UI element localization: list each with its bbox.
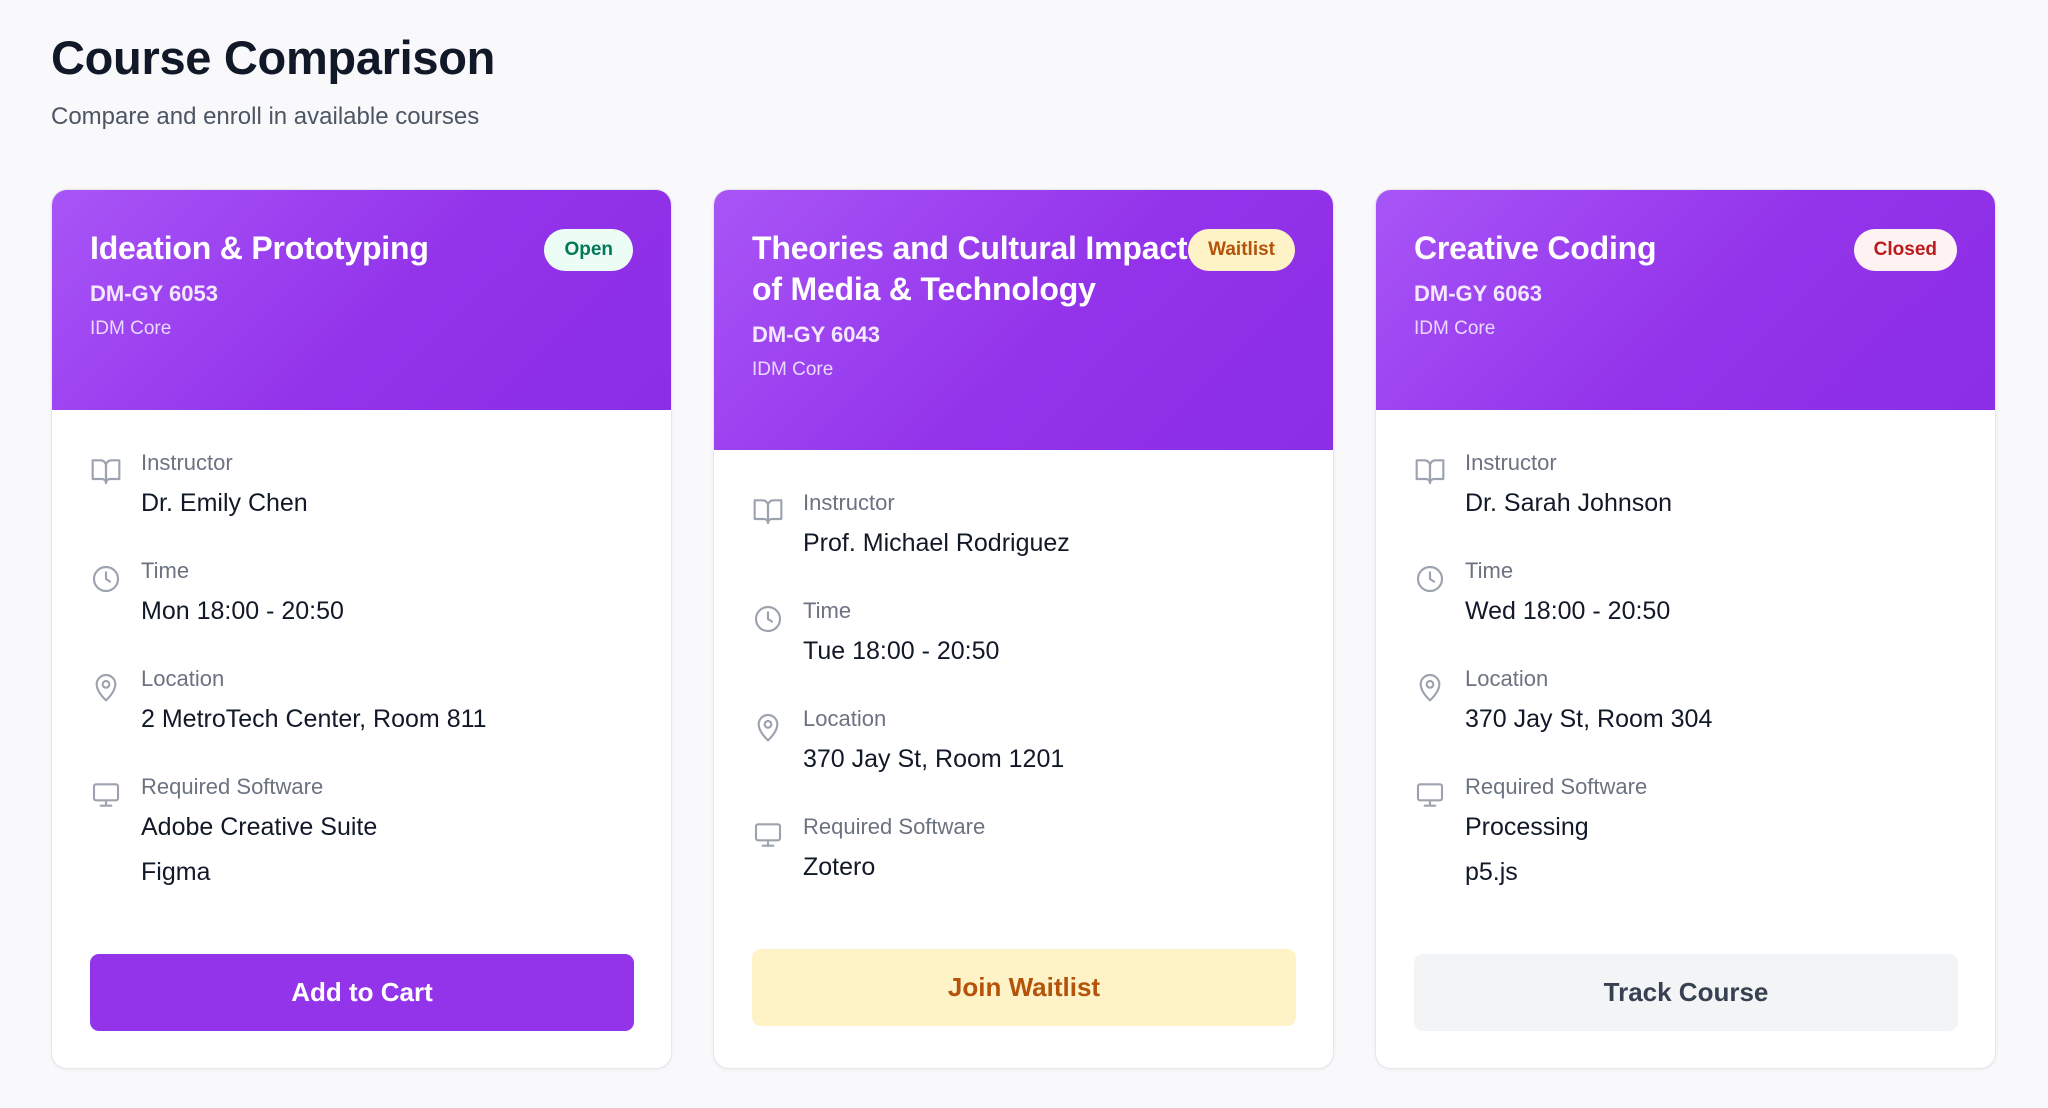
map-pin-icon [1414,671,1446,703]
course-card: Theories and Cultural Impact of Media & … [713,189,1334,1069]
clock-icon [1414,563,1446,595]
course-card: Creative Coding DM-GY 6063 IDM Core Clos… [1375,189,1996,1069]
monitor-icon [752,819,784,851]
course-program: IDM Core [90,318,172,339]
card-header: Creative Coding DM-GY 6063 IDM Core Clos… [1376,190,1995,410]
time-label: Time [141,558,190,583]
course-program: IDM Core [752,359,834,380]
location-value: 370 Jay St, Room 304 [1465,705,1713,733]
software-row: Required Software Processing p5.js [1414,774,1957,887]
monitor-icon [90,779,122,811]
clock-icon [90,563,122,595]
course-code: DM-GY 6043 [752,322,880,347]
instructor-row: Instructor Dr. Sarah Johnson [1414,450,1957,518]
course-cards: Ideation & Prototyping DM-GY 6053 IDM Co… [51,189,1997,1069]
course-title: Creative Coding [1414,230,1657,266]
instructor-label: Instructor [141,450,233,475]
location-label: Location [803,706,887,731]
instructor-row: Instructor Dr. Emily Chen [90,450,633,518]
course-program: IDM Core [1414,318,1496,339]
monitor-icon [1414,779,1446,811]
location-value: 370 Jay St, Room 1201 [803,745,1065,773]
location-row: Location 370 Jay St, Room 304 [1414,666,1957,734]
time-row: Time Wed 18:00 - 20:50 [1414,558,1957,626]
book-open-icon [1414,455,1446,487]
clock-icon [752,603,784,635]
time-row: Time Tue 18:00 - 20:50 [752,598,1295,666]
software-label: Required Software [803,814,986,839]
software-item: p5.js [1465,858,1518,886]
instructor-row: Instructor Prof. Michael Rodriguez [752,490,1295,558]
join-waitlist-button[interactable]: Join Waitlist [752,949,1296,1026]
status-badge: Open [544,229,633,271]
page-title: Course Comparison [51,31,496,84]
time-label: Time [1465,558,1514,583]
time-value: Tue 18:00 - 20:50 [803,637,1000,665]
software-item: Zotero [803,853,876,881]
time-row: Time Mon 18:00 - 20:50 [90,558,633,626]
location-label: Location [1465,666,1549,691]
time-value: Wed 18:00 - 20:50 [1465,597,1671,625]
map-pin-icon [90,671,122,703]
course-title: Theories and Cultural Impact of Media & … [752,230,1188,307]
location-row: Location 370 Jay St, Room 1201 [752,706,1295,774]
location-row: Location 2 MetroTech Center, Room 811 [90,666,633,734]
software-label: Required Software [141,774,324,799]
book-open-icon [752,495,784,527]
card-header: Ideation & Prototyping DM-GY 6053 IDM Co… [52,190,671,410]
software-item: Processing [1465,813,1589,841]
software-item: Adobe Creative Suite [141,813,378,841]
map-pin-icon [752,711,784,743]
instructor-label: Instructor [803,490,895,515]
card-header: Theories and Cultural Impact of Media & … [714,190,1333,450]
instructor-value: Prof. Michael Rodriguez [803,529,1070,557]
course-code: DM-GY 6053 [90,281,218,306]
status-badge: Waitlist [1188,229,1295,271]
course-title: Ideation & Prototyping [90,230,429,266]
instructor-value: Dr. Sarah Johnson [1465,489,1673,517]
book-open-icon [90,455,122,487]
card-body: Instructor Dr. Emily Chen Time Mon 18:00… [52,410,671,887]
card-body: Instructor Prof. Michael Rodriguez Time … [714,450,1333,882]
track-course-button[interactable]: Track Course [1414,954,1958,1031]
software-label: Required Software [1465,774,1648,799]
time-label: Time [803,598,852,623]
course-code: DM-GY 6063 [1414,281,1542,306]
card-body: Instructor Dr. Sarah Johnson Time Wed 18… [1376,410,1995,887]
location-label: Location [141,666,225,691]
software-row: Required Software Adobe Creative Suite F… [90,774,633,887]
time-value: Mon 18:00 - 20:50 [141,597,344,625]
instructor-value: Dr. Emily Chen [141,489,308,517]
course-comparison-page: Course Comparison Compare and enroll in … [0,0,2048,1108]
software-row: Required Software Zotero [752,814,1295,882]
status-badge: Closed [1853,229,1957,271]
instructor-label: Instructor [1465,450,1557,475]
course-card: Ideation & Prototyping DM-GY 6053 IDM Co… [51,189,672,1069]
location-value: 2 MetroTech Center, Room 811 [141,705,487,733]
software-item: Figma [141,858,211,886]
add-to-cart-button[interactable]: Add to Cart [90,954,634,1031]
page-subtitle: Compare and enroll in available courses [51,103,480,130]
